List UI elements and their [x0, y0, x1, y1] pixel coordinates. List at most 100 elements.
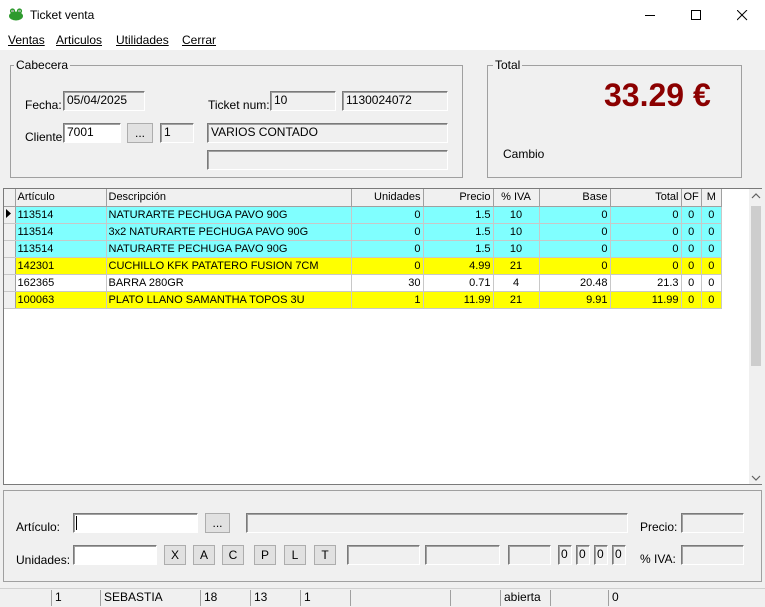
cell-iva[interactable]: 21 — [493, 291, 540, 309]
cell-iva[interactable]: 10 — [493, 240, 540, 258]
cell-descripcion[interactable]: BARRA 280GR — [106, 274, 352, 292]
cell-precio[interactable]: 11.99 — [423, 291, 494, 309]
a-button[interactable]: A — [193, 545, 215, 565]
cell-total[interactable]: 0 — [610, 223, 682, 241]
cell-m[interactable]: 0 — [701, 291, 722, 309]
menu-ventas[interactable]: Ventas — [8, 33, 45, 47]
scroll-up-icon[interactable] — [751, 192, 761, 200]
maximize-button[interactable] — [673, 0, 719, 30]
cell-articulo[interactable]: 113514 — [15, 240, 107, 258]
table-row[interactable]: 162365 BARRA 280GR 30 0.71 4 20.48 21.3 0 0 — [4, 274, 722, 292]
cell-base[interactable]: 9.91 — [539, 291, 611, 309]
ticket-code-field[interactable]: 1130024072 — [342, 91, 448, 111]
articulo-description-field[interactable] — [246, 513, 628, 533]
cell-of[interactable]: 0 — [681, 291, 702, 309]
cell-descripcion[interactable]: 3x2 NATURARTE PECHUGA PAVO 90G — [106, 223, 352, 241]
row-indicator[interactable] — [4, 240, 16, 258]
col-precio[interactable]: Precio — [423, 189, 494, 207]
l-button[interactable]: L — [284, 545, 306, 565]
p-button[interactable]: P — [254, 545, 276, 565]
cell-articulo[interactable]: 100063 — [15, 291, 107, 309]
cell-base[interactable]: 0 — [539, 206, 611, 224]
cell-descripcion[interactable]: NATURARTE PECHUGA PAVO 90G — [106, 206, 352, 224]
col-iva[interactable]: % IVA — [493, 189, 540, 207]
cell-total[interactable]: 0 — [610, 240, 682, 258]
cell-of[interactable]: 0 — [681, 274, 702, 292]
cell-base[interactable]: 0 — [539, 223, 611, 241]
cell-of[interactable]: 0 — [681, 206, 702, 224]
col-m[interactable]: M — [701, 189, 722, 207]
x-button[interactable]: X — [164, 545, 186, 565]
cliente-extra-field[interactable] — [207, 150, 448, 170]
row-indicator[interactable] — [4, 223, 16, 241]
cell-base[interactable]: 20.48 — [539, 274, 611, 292]
cell-descripcion[interactable]: CUCHILLO KFK PATATERO FUSION 7CM — [106, 257, 352, 275]
cliente-input[interactable]: 7001 — [63, 123, 121, 143]
table-row[interactable]: 113514 3x2 NATURARTE PECHUGA PAVO 90G 0 1.5… — [4, 223, 722, 241]
ticket-lines-grid[interactable]: Artículo Descripción Unidades Precio % I… — [3, 188, 762, 485]
col-base[interactable]: Base — [539, 189, 611, 207]
cell-m[interactable]: 0 — [701, 240, 722, 258]
cell-unidades[interactable]: 1 — [351, 291, 424, 309]
cliente-name-field[interactable]: VARIOS CONTADO — [207, 123, 448, 143]
col-total[interactable]: Total — [610, 189, 682, 207]
cell-base[interactable]: 0 — [539, 257, 611, 275]
cell-unidades[interactable]: 0 — [351, 257, 424, 275]
iva-field[interactable] — [681, 545, 744, 565]
close-button[interactable] — [719, 0, 765, 30]
cell-precio[interactable]: 1.5 — [423, 223, 494, 241]
cliente-code-field[interactable]: 1 — [160, 123, 194, 143]
row-indicator[interactable] — [4, 291, 16, 309]
row-indicator[interactable] — [4, 257, 16, 275]
menu-utilidades[interactable]: Utilidades — [116, 33, 169, 47]
cell-articulo[interactable]: 162365 — [15, 274, 107, 292]
table-row[interactable]: 113514 NATURARTE PECHUGA PAVO 90G 0 1.5 10 0 0… — [4, 206, 722, 224]
cell-articulo[interactable]: 113514 — [15, 206, 107, 224]
cell-of[interactable]: 0 — [681, 240, 702, 258]
cell-m[interactable]: 0 — [701, 206, 722, 224]
entry-field-2[interactable] — [425, 545, 500, 565]
cell-total[interactable]: 0 — [610, 206, 682, 224]
cell-of[interactable]: 0 — [681, 223, 702, 241]
cell-unidades[interactable]: 0 — [351, 206, 424, 224]
cell-descripcion[interactable]: NATURARTE PECHUGA PAVO 90G — [106, 240, 352, 258]
cell-unidades[interactable]: 0 — [351, 240, 424, 258]
col-descripcion[interactable]: Descripción — [106, 189, 352, 207]
cell-total[interactable]: 21.3 — [610, 274, 682, 292]
row-indicator[interactable] — [4, 274, 16, 292]
t-button[interactable]: T — [314, 545, 336, 565]
articulo-input[interactable] — [73, 513, 198, 533]
minimize-button[interactable] — [627, 0, 673, 30]
col-of[interactable]: OF — [681, 189, 702, 207]
cell-iva[interactable]: 10 — [493, 223, 540, 241]
ticket-num-field[interactable]: 10 — [270, 91, 336, 111]
entry-field-1[interactable] — [347, 545, 420, 565]
cell-descripcion[interactable]: PLATO LLANO SAMANTHA TOPOS 3U — [106, 291, 352, 309]
cell-precio[interactable]: 0.71 — [423, 274, 494, 292]
cell-total[interactable]: 11.99 — [610, 291, 682, 309]
cell-precio[interactable]: 1.5 — [423, 240, 494, 258]
table-row[interactable]: 142301 CUCHILLO KFK PATATERO FUSION 7CM 0 4… — [4, 257, 722, 275]
cell-unidades[interactable]: 0 — [351, 223, 424, 241]
cell-base[interactable]: 0 — [539, 240, 611, 258]
cell-total[interactable]: 0 — [610, 257, 682, 275]
cell-iva[interactable]: 10 — [493, 206, 540, 224]
grid-scroll-thumb[interactable] — [751, 206, 761, 366]
c-button[interactable]: C — [222, 545, 244, 565]
col-unidades[interactable]: Unidades — [351, 189, 424, 207]
entry-field-3[interactable] — [508, 545, 551, 565]
cliente-browse-button[interactable]: ... — [127, 123, 153, 143]
cell-m[interactable]: 0 — [701, 274, 722, 292]
cell-m[interactable]: 0 — [701, 257, 722, 275]
cell-of[interactable]: 0 — [681, 257, 702, 275]
row-indicator[interactable] — [4, 206, 16, 224]
col-articulo[interactable]: Artículo — [15, 189, 107, 207]
cell-precio[interactable]: 4.99 — [423, 257, 494, 275]
unidades-input[interactable] — [73, 545, 157, 565]
cell-precio[interactable]: 1.5 — [423, 206, 494, 224]
precio-field[interactable] — [681, 513, 744, 533]
cell-m[interactable]: 0 — [701, 223, 722, 241]
cell-iva[interactable]: 21 — [493, 257, 540, 275]
menu-cerrar[interactable]: Cerrar — [182, 33, 216, 47]
articulo-browse-button[interactable]: ... — [205, 513, 230, 533]
